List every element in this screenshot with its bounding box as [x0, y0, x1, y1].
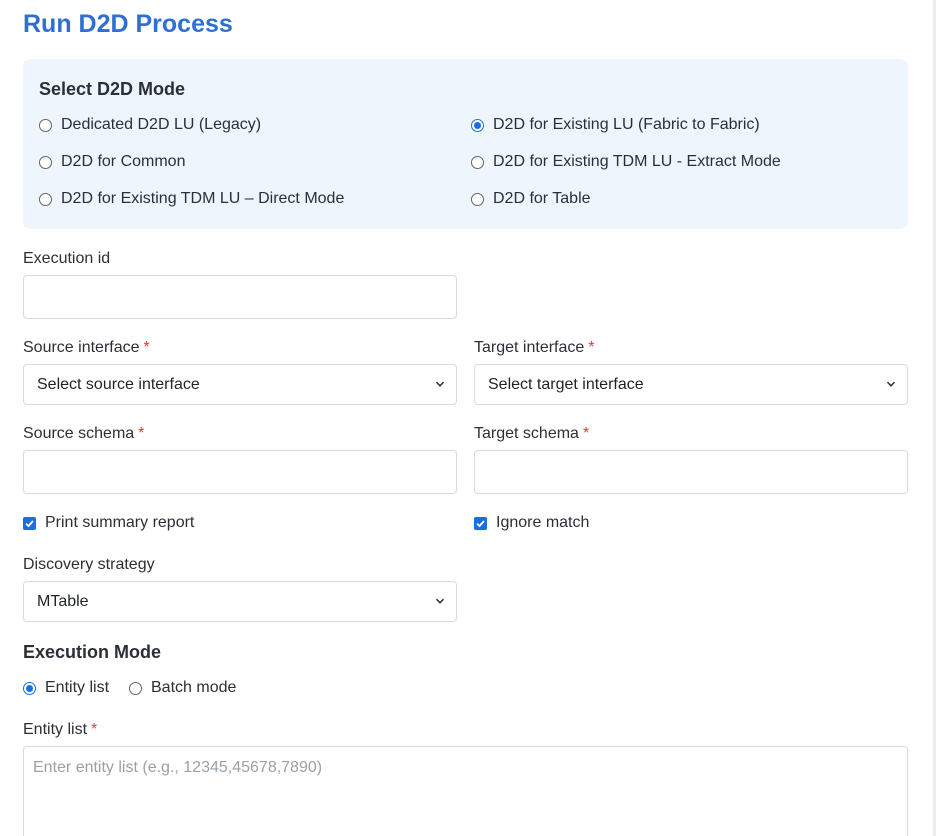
chevron-down-icon	[886, 381, 896, 387]
target-interface-select[interactable]: Select target interface	[474, 364, 908, 405]
chevron-down-icon	[435, 598, 445, 604]
radio-icon[interactable]	[39, 118, 52, 132]
execution-mode-label: Entity list	[45, 679, 110, 696]
mode-option-tdm-extract[interactable]: D2D for Existing TDM LU - Extract Mode	[471, 153, 781, 171]
target-schema-label-text: Target schema	[474, 425, 579, 442]
mode-option-label: D2D for Existing TDM LU – Direct Mode	[61, 190, 345, 207]
entity-list-label: Entity list *	[23, 721, 97, 739]
required-marker: *	[588, 339, 595, 356]
mode-option-common[interactable]: D2D for Common	[39, 153, 185, 171]
required-marker: *	[582, 425, 590, 442]
print-summary-checkbox[interactable]: Print summary report	[23, 514, 194, 532]
mode-option-label: D2D for Existing TDM LU - Extract Mode	[493, 153, 781, 170]
radio-icon[interactable]	[471, 155, 484, 169]
execution-mode-entity-list[interactable]: Entity list	[23, 679, 109, 697]
execution-mode-label: Batch mode	[151, 679, 237, 696]
entity-list-label-text: Entity list	[23, 721, 88, 738]
ignore-match-label: Ignore match	[496, 514, 590, 531]
check-icon	[25, 519, 34, 527]
entity-list-textarea[interactable]	[23, 746, 908, 836]
target-interface-label-text: Target interface	[474, 339, 585, 356]
source-interface-label-text: Source interface	[23, 339, 140, 356]
target-schema-label: Target schema *	[474, 425, 589, 443]
target-schema-input[interactable]	[474, 450, 908, 494]
mode-option-tdm-direct[interactable]: D2D for Existing TDM LU – Direct Mode	[39, 190, 344, 208]
page-title: Run D2D Process	[23, 10, 233, 38]
discovery-strategy-label: Discovery strategy	[23, 556, 155, 573]
mode-option-label: Dedicated D2D LU (Legacy)	[61, 116, 262, 133]
mode-option-label: D2D for Existing LU (Fabric to Fabric)	[493, 116, 760, 133]
source-schema-label: Source schema *	[23, 425, 144, 443]
required-marker: *	[91, 721, 98, 738]
execution-id-label: Execution id	[23, 250, 111, 267]
checkbox-checked-icon[interactable]	[23, 516, 36, 530]
mode-option-table[interactable]: D2D for Table	[471, 190, 591, 208]
required-marker: *	[143, 339, 150, 356]
execution-id-input[interactable]	[23, 275, 457, 319]
target-interface-label: Target interface *	[474, 339, 595, 357]
radio-icon[interactable]	[39, 155, 52, 169]
source-interface-label: Source interface *	[23, 339, 150, 357]
mode-option-label: D2D for Common	[61, 153, 186, 170]
chevron-down-icon	[435, 381, 445, 387]
ignore-match-checkbox[interactable]: Ignore match	[474, 514, 589, 532]
mode-option-label: D2D for Table	[493, 190, 591, 207]
radio-icon[interactable]	[471, 192, 484, 206]
target-interface-value: Select target interface	[488, 375, 644, 393]
execution-mode-heading: Execution Mode	[23, 642, 162, 662]
required-marker: *	[138, 425, 145, 442]
radio-icon[interactable]	[129, 681, 142, 695]
source-interface-select[interactable]: Select source interface	[23, 364, 457, 405]
radio-selected-icon[interactable]	[23, 681, 36, 695]
radio-selected-icon[interactable]	[471, 118, 484, 132]
d2d-mode-heading: Select D2D Mode	[39, 79, 186, 99]
discovery-strategy-value: MTable	[37, 592, 89, 610]
radio-icon[interactable]	[39, 192, 52, 206]
mode-option-dedicated-legacy[interactable]: Dedicated D2D LU (Legacy)	[39, 116, 261, 134]
source-schema-label-text: Source schema	[23, 425, 135, 442]
discovery-strategy-select[interactable]: MTable	[23, 581, 457, 622]
execution-mode-batch[interactable]: Batch mode	[129, 679, 236, 697]
mode-option-fabric-to-fabric[interactable]: D2D for Existing LU (Fabric to Fabric)	[471, 116, 760, 134]
source-interface-value: Select source interface	[37, 375, 200, 393]
print-summary-label: Print summary report	[45, 514, 195, 531]
check-icon	[476, 519, 485, 527]
source-schema-input[interactable]	[23, 450, 457, 494]
checkbox-checked-icon[interactable]	[474, 516, 487, 530]
